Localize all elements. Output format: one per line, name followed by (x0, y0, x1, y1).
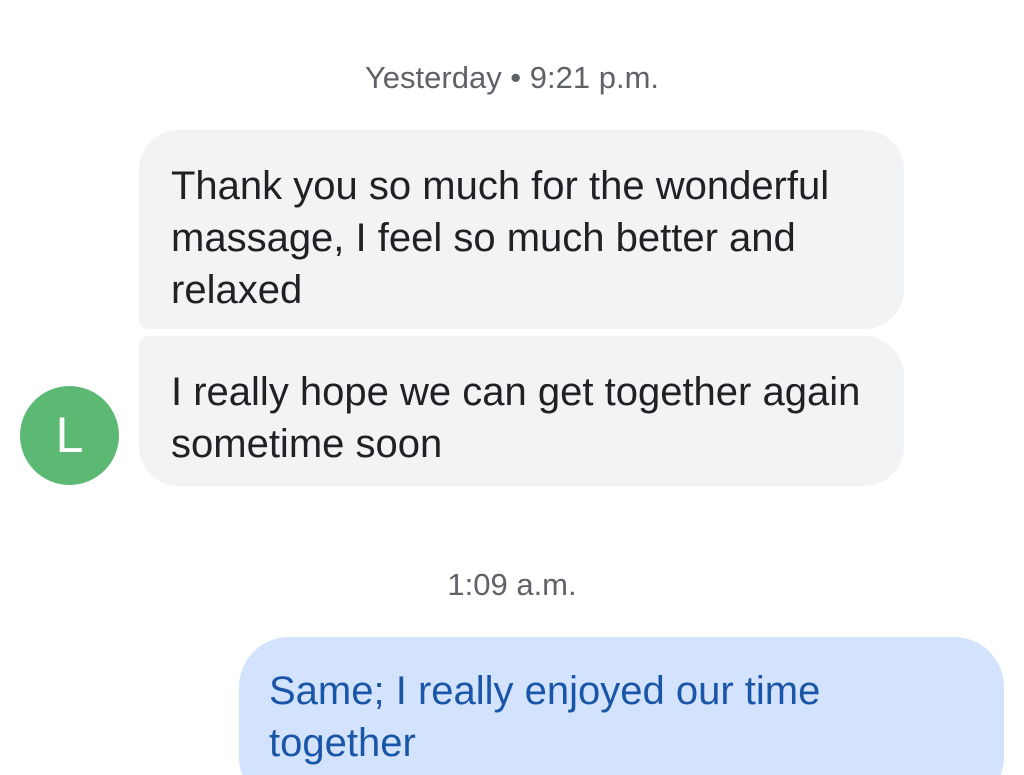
incoming-message-bubble[interactable]: I really hope we can get together again … (139, 336, 904, 486)
timestamp-divider: Yesterday • 9:21 p.m. (364, 60, 660, 95)
incoming-message-bubble[interactable]: Thank you so much for the wonderful mass… (139, 130, 904, 329)
outgoing-message-bubble[interactable]: Same; I really enjoyed our time together (239, 637, 1004, 775)
conversation-thread: Yesterday • 9:21 p.m. Thank you so much … (0, 0, 1024, 775)
contact-avatar[interactable]: L (20, 386, 119, 485)
timestamp-divider: 1:09 a.m. (447, 567, 577, 602)
